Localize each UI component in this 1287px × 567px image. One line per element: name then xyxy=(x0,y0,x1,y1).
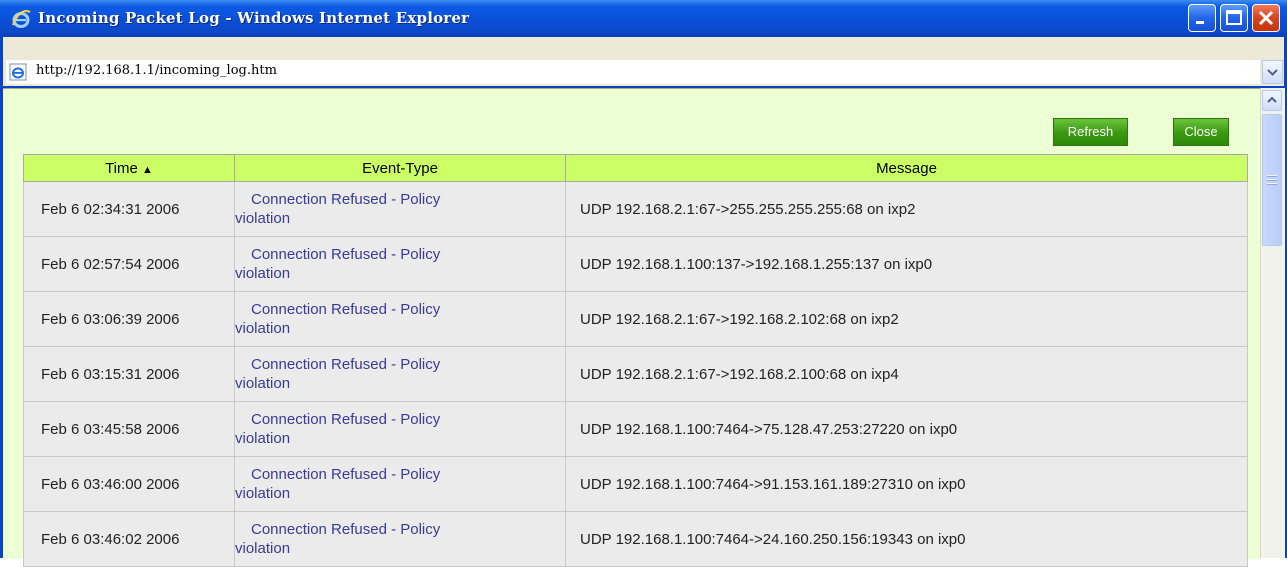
table-row: Feb 6 02:57:54 2006 Connection Refused -… xyxy=(23,236,1248,292)
event-type-line2: violation xyxy=(235,430,291,447)
cell-message: UDP 192.168.1.100:137->192.168.1.255:137… xyxy=(565,236,1248,292)
scroll-up-button[interactable] xyxy=(1262,90,1282,111)
column-header-time[interactable]: Time ▲ xyxy=(23,154,235,182)
chevron-up-icon xyxy=(1267,96,1277,103)
cell-event-type: Connection Refused - Policy violation xyxy=(234,511,566,567)
cell-time: Feb 6 03:45:58 2006 xyxy=(23,401,235,457)
minimize-button[interactable] xyxy=(1188,4,1216,32)
cell-time: Feb 6 03:46:02 2006 xyxy=(23,511,235,567)
cell-message: UDP 192.168.1.100:7464->24.160.250.156:1… xyxy=(565,511,1248,567)
event-type-line1: Connection Refused - Policy xyxy=(251,301,441,318)
table-header-row: Time ▲ Event-Type Message xyxy=(23,154,1248,182)
minimize-icon xyxy=(1196,21,1204,24)
address-dropdown-button[interactable] xyxy=(1262,60,1283,84)
column-header-time-label: Time xyxy=(105,159,138,177)
close-window-button[interactable] xyxy=(1252,4,1280,32)
url-text[interactable]: http://192.168.1.1/incoming_log.htm xyxy=(36,63,277,78)
packet-log-table: Time ▲ Event-Type Message Feb 6 02:34:31… xyxy=(23,154,1248,567)
event-type-line2: violation xyxy=(235,320,291,337)
refresh-button[interactable]: Refresh xyxy=(1053,118,1128,146)
scrollbar-grip-icon xyxy=(1267,175,1277,187)
table-row: Feb 6 02:34:31 2006 Connection Refused -… xyxy=(23,181,1248,237)
table-row: Feb 6 03:46:02 2006 Connection Refused -… xyxy=(23,511,1248,567)
cell-event-type: Connection Refused - Policy violation xyxy=(234,456,566,512)
close-button[interactable]: Close xyxy=(1173,118,1229,146)
chevron-down-icon xyxy=(1267,69,1278,76)
event-type-line2: violation xyxy=(235,375,291,392)
cell-message: UDP 192.168.2.1:67->192.168.2.102:68 on … xyxy=(565,291,1248,347)
cell-message: UDP 192.168.2.1:67->255.255.255.255:68 o… xyxy=(565,181,1248,237)
column-header-message[interactable]: Message xyxy=(565,154,1248,182)
maximize-button[interactable] xyxy=(1220,4,1248,32)
window-title: Incoming Packet Log - Windows Internet E… xyxy=(38,9,470,27)
ie-logo-icon xyxy=(12,10,31,28)
event-type-line1: Connection Refused - Policy xyxy=(251,411,441,428)
cell-message: UDP 192.168.1.100:7464->91.153.161.189:2… xyxy=(565,456,1248,512)
event-type-line2: violation xyxy=(235,265,291,282)
maximize-icon xyxy=(1226,10,1242,25)
table-row: Feb 6 03:46:00 2006 Connection Refused -… xyxy=(23,456,1248,512)
table-row: Feb 6 03:15:31 2006 Connection Refused -… xyxy=(23,346,1248,402)
ie-page-icon xyxy=(9,63,27,81)
title-bar[interactable]: Incoming Packet Log - Windows Internet E… xyxy=(0,0,1287,37)
event-type-line1: Connection Refused - Policy xyxy=(251,466,441,483)
event-type-line2: violation xyxy=(235,210,291,227)
event-type-line1: Connection Refused - Policy xyxy=(251,246,441,263)
cell-message: UDP 192.168.2.1:67->192.168.2.100:68 on … xyxy=(565,346,1248,402)
cell-event-type: Connection Refused - Policy violation xyxy=(234,346,566,402)
event-type-line2: violation xyxy=(235,485,291,502)
cell-event-type: Connection Refused - Policy violation xyxy=(234,401,566,457)
cell-time: Feb 6 03:15:31 2006 xyxy=(23,346,235,402)
column-header-event-type[interactable]: Event-Type xyxy=(234,154,566,182)
table-row: Feb 6 03:06:39 2006 Connection Refused -… xyxy=(23,291,1248,347)
event-type-line1: Connection Refused - Policy xyxy=(251,356,441,373)
cell-time: Feb 6 02:57:54 2006 xyxy=(23,236,235,292)
cell-message: UDP 192.168.1.100:7464->75.128.47.253:27… xyxy=(565,401,1248,457)
cell-event-type: Connection Refused - Policy violation xyxy=(234,181,566,237)
cell-event-type: Connection Refused - Policy violation xyxy=(234,291,566,347)
close-icon xyxy=(1258,10,1274,26)
event-type-line1: Connection Refused - Policy xyxy=(251,191,441,208)
cell-time: Feb 6 02:34:31 2006 xyxy=(23,181,235,237)
event-type-line1: Connection Refused - Policy xyxy=(251,521,441,538)
cell-time: Feb 6 03:46:00 2006 xyxy=(23,456,235,512)
table-row: Feb 6 03:45:58 2006 Connection Refused -… xyxy=(23,401,1248,457)
cell-event-type: Connection Refused - Policy violation xyxy=(234,236,566,292)
event-type-line2: violation xyxy=(235,540,291,557)
cell-time: Feb 6 03:06:39 2006 xyxy=(23,291,235,347)
sort-ascending-icon: ▲ xyxy=(142,163,153,176)
